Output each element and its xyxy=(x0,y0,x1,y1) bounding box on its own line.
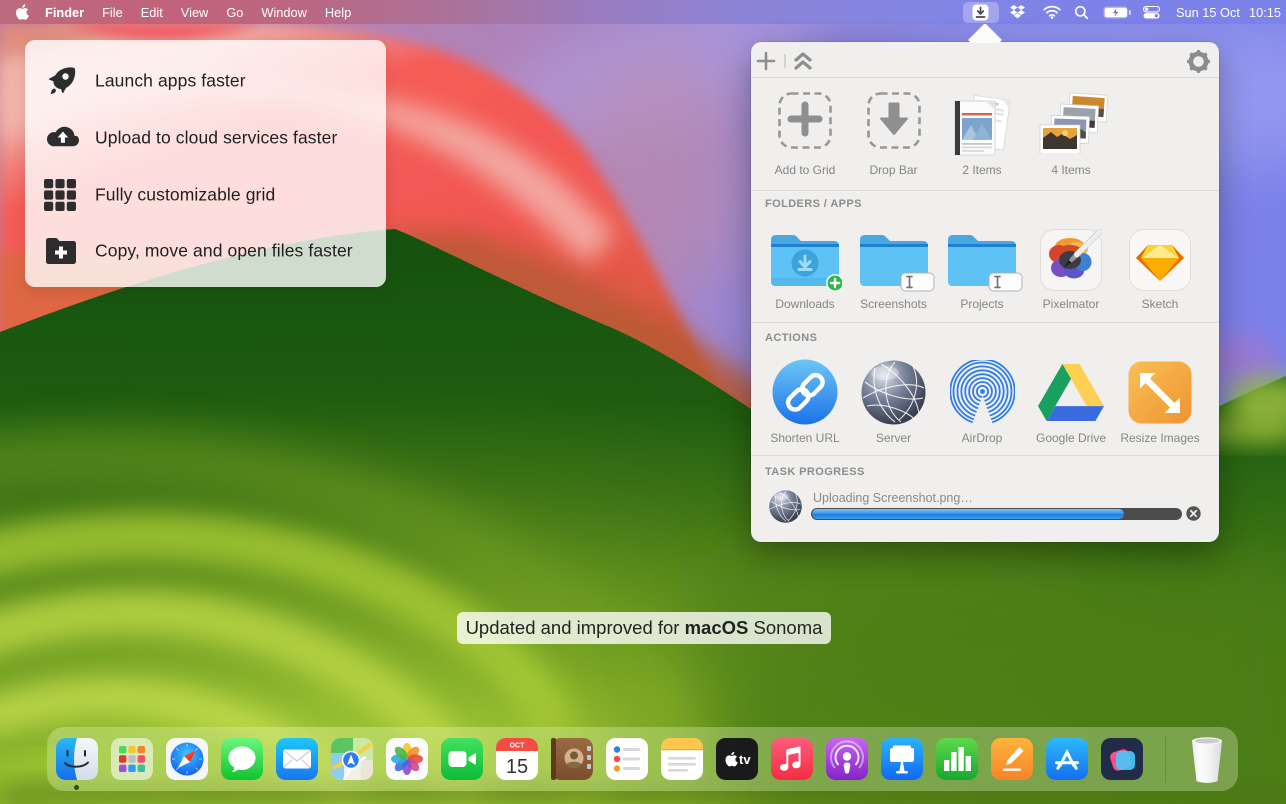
svg-text:15: 15 xyxy=(506,756,528,778)
svg-text:OCT: OCT xyxy=(510,743,526,750)
svg-text:tv: tv xyxy=(739,752,751,767)
